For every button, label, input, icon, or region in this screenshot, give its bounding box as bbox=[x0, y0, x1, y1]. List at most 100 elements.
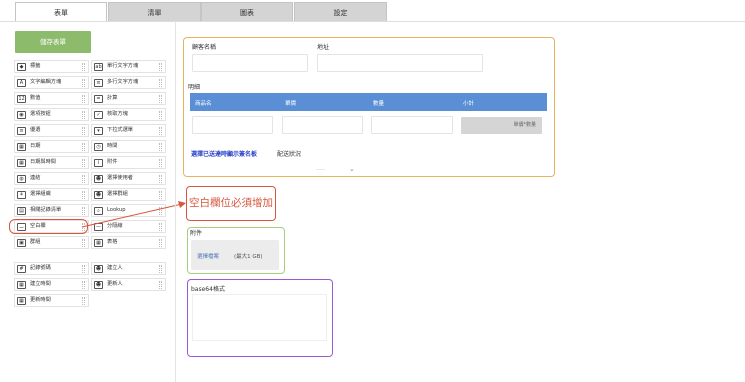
customer-name-label: 顧客名稱 bbox=[192, 44, 217, 51]
palette-item-right-1[interactable]: ≡ 多行文字方塊 bbox=[91, 76, 166, 89]
palette-item-label: 記錄號碼 bbox=[30, 265, 51, 271]
palette-item-left-7[interactable]: ◍ 連結 bbox=[14, 172, 89, 185]
updater-icon: ☻ bbox=[94, 281, 103, 289]
palette-item-label: 標籤 bbox=[30, 63, 41, 69]
palette-item-right-13[interactable]: ☻ 更新人 bbox=[91, 278, 166, 291]
col-unit-price: 單價 bbox=[285, 101, 297, 107]
drag-handle-icon[interactable] bbox=[159, 239, 162, 247]
drag-handle-icon[interactable] bbox=[159, 281, 162, 289]
col-product: 商品名 bbox=[195, 101, 212, 107]
palette-item-left-0[interactable]: ◆ 標籤 bbox=[14, 60, 89, 73]
single-line-text-icon: ab bbox=[94, 63, 103, 71]
unit-price-input[interactable] bbox=[282, 116, 363, 134]
palette-item-right-6[interactable]: ⌇ 附件 bbox=[91, 156, 166, 169]
text-edit-icon: A bbox=[17, 79, 26, 87]
drag-handle-icon[interactable] bbox=[82, 63, 85, 71]
drag-handle-icon[interactable] bbox=[82, 175, 85, 183]
tab-form[interactable]: 表單 bbox=[15, 2, 107, 22]
palette-item-label: 多行文字方塊 bbox=[107, 79, 139, 85]
palette-item-left-11[interactable]: ▣ 群組 bbox=[14, 236, 89, 249]
tab-chart[interactable]: 圖表 bbox=[201, 2, 293, 22]
palette-item-left-3[interactable]: ◉ 選項按鈕 bbox=[14, 108, 89, 121]
drag-handle-icon[interactable] bbox=[82, 111, 85, 119]
palette-item-left-2[interactable]: 12 數值 bbox=[14, 92, 89, 105]
palette-item-right-2[interactable]: = 計算 bbox=[91, 92, 166, 105]
org-icon: ⚘ bbox=[17, 191, 26, 199]
dropdown-icon: ▾ bbox=[94, 127, 103, 135]
drag-handle-icon[interactable] bbox=[159, 127, 162, 135]
drag-handle-icon[interactable] bbox=[82, 297, 85, 305]
paperclip-icon: ⌇ bbox=[94, 159, 103, 167]
tab-settings[interactable]: 設定 bbox=[294, 2, 387, 22]
palette-item-label: 文字編輯方塊 bbox=[30, 79, 62, 85]
drag-handle-icon[interactable] bbox=[159, 143, 162, 151]
user-icon: ☻ bbox=[94, 175, 103, 183]
radio-icon: ◉ bbox=[17, 111, 26, 119]
drag-handle-icon[interactable] bbox=[159, 159, 162, 167]
creator-icon: ☻ bbox=[94, 265, 103, 273]
drag-handle-icon[interactable] bbox=[82, 95, 85, 103]
drag-handle-icon[interactable] bbox=[159, 95, 162, 103]
record-number-icon: # bbox=[17, 265, 26, 273]
palette-item-label: 建立時間 bbox=[30, 281, 51, 287]
tab-divider bbox=[0, 21, 745, 22]
drag-handle-icon[interactable] bbox=[159, 79, 162, 87]
save-form-button[interactable]: 儲存表單 bbox=[15, 31, 91, 53]
delivery-status-value[interactable]: ----- bbox=[316, 167, 325, 173]
customer-name-input[interactable] bbox=[192, 54, 308, 72]
blank-field-highlight bbox=[9, 219, 88, 234]
calendar-icon: ▦ bbox=[17, 143, 26, 151]
palette-item-left-12[interactable]: # 記錄號碼 bbox=[14, 262, 89, 275]
blank-field-annotation: 空白欄位必須增加 bbox=[186, 186, 276, 221]
drag-handle-icon[interactable] bbox=[82, 265, 85, 273]
palette-item-right-3[interactable]: ✓ 核取方塊 bbox=[91, 108, 166, 121]
product-input[interactable] bbox=[192, 116, 273, 134]
base64-textarea[interactable] bbox=[192, 294, 327, 341]
drag-handle-icon[interactable] bbox=[82, 239, 85, 247]
palette-item-label: 群組 bbox=[30, 239, 41, 245]
palette-item-label: 日期 bbox=[30, 143, 41, 149]
select-file-button[interactable]: 選擇檔案 bbox=[197, 252, 219, 260]
drag-handle-icon[interactable] bbox=[159, 265, 162, 273]
drag-handle-icon[interactable] bbox=[159, 111, 162, 119]
palette-item-right-11[interactable]: ▦ 表格 bbox=[91, 236, 166, 249]
drag-handle-icon[interactable] bbox=[82, 127, 85, 135]
list-icon: ≡ bbox=[17, 127, 26, 135]
palette-item-left-1[interactable]: A 文字編輯方塊 bbox=[14, 76, 89, 89]
palette-item-label: 單行文字方塊 bbox=[107, 63, 139, 69]
palette-item-label: 核取方塊 bbox=[107, 111, 128, 117]
palette-item-left-6[interactable]: ▦ 日期與時間 bbox=[14, 156, 89, 169]
drag-handle-icon[interactable] bbox=[82, 143, 85, 151]
quantity-input[interactable] bbox=[371, 116, 453, 134]
signature-toggle-label[interactable]: 選擇已送達時顯示簽名板 bbox=[191, 149, 257, 158]
palette-item-left-8[interactable]: ⚘ 選擇組織 bbox=[14, 188, 89, 201]
chevron-down-icon[interactable]: ⌄ bbox=[349, 165, 355, 173]
palette-item-right-12[interactable]: ☻ 建立人 bbox=[91, 262, 166, 275]
calculator-icon: = bbox=[94, 95, 103, 103]
drag-handle-icon[interactable] bbox=[82, 281, 85, 289]
palette-item-left-5[interactable]: ▦ 日期 bbox=[14, 140, 89, 153]
palette-item-label: 表格 bbox=[107, 239, 118, 245]
drag-handle-icon[interactable] bbox=[159, 63, 162, 71]
palette-item-label: 下拉式選單 bbox=[107, 127, 133, 133]
drag-handle-icon[interactable] bbox=[159, 175, 162, 183]
tab-list[interactable]: 清單 bbox=[108, 2, 201, 22]
palette-item-left-14[interactable]: ▦ 更新時間 bbox=[14, 294, 89, 307]
palette-item-right-5[interactable]: ◷ 時間 bbox=[91, 140, 166, 153]
updated-time-icon: ▦ bbox=[17, 297, 26, 305]
palette-item-right-0[interactable]: ab 單行文字方塊 bbox=[91, 60, 166, 73]
drag-handle-icon[interactable] bbox=[82, 159, 85, 167]
drag-handle-icon[interactable] bbox=[82, 79, 85, 87]
palette-item-right-4[interactable]: ▾ 下拉式選單 bbox=[91, 124, 166, 137]
address-label: 地址 bbox=[317, 44, 330, 51]
palette-item-left-13[interactable]: ▦ 建立時間 bbox=[14, 278, 89, 291]
datetime-icon: ▦ bbox=[17, 159, 26, 167]
palette-item-label: 更新時間 bbox=[30, 297, 51, 303]
palette-item-left-9[interactable]: ▤ 相關記錄清單 bbox=[14, 204, 89, 217]
multi-line-text-icon: ≡ bbox=[94, 79, 103, 87]
palette-item-right-7[interactable]: ☻ 選擇使用者 bbox=[91, 172, 166, 185]
address-input[interactable] bbox=[317, 54, 483, 72]
annotation-arrow bbox=[81, 201, 186, 228]
palette-item-left-4[interactable]: ≡ 優選 bbox=[14, 124, 89, 137]
palette-item-label: 建立人 bbox=[107, 265, 123, 271]
